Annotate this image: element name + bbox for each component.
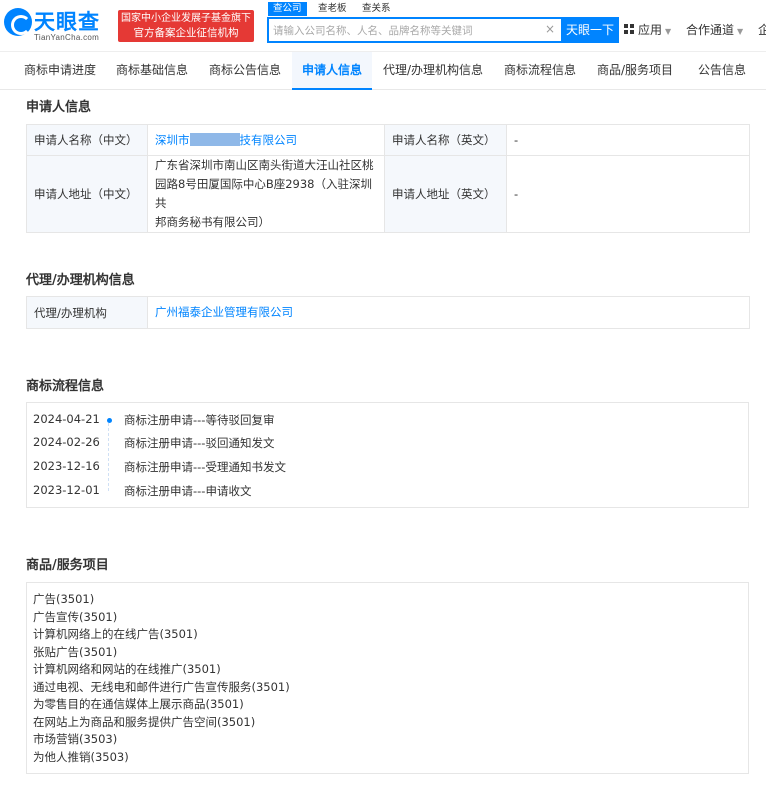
addr-line: 园路8号田厦国际中心B座2938（入驻深圳共 — [155, 177, 372, 210]
logo-domain: TianYanCha.com — [34, 33, 100, 42]
tab-flow-info[interactable]: 商标流程信息 — [494, 52, 586, 90]
logo-eye-icon — [4, 8, 32, 36]
goods-item: 计算机网络和网站的在线推广(3501) — [33, 662, 221, 676]
applicant-table: 申请人名称（中文） 深圳市 技有限公司 申请人名称（英文） - 申请人地址（中文）… — [26, 124, 750, 233]
tab-basic-info[interactable]: 商标基础信息 — [106, 52, 198, 90]
top-header: 天眼查 TianYanCha.com 国家中小企业发展子基金旗下 官方备案企业征… — [0, 0, 766, 52]
chevron-down-icon: ▼ — [737, 27, 744, 36]
addr-line: 广东省深圳市南山区南头街道大汪山社区桃 — [155, 158, 374, 172]
goods-item: 广告宣传(3501) — [33, 610, 118, 624]
enterprise-menu[interactable]: 企 — [758, 21, 766, 38]
redacted-mask — [189, 132, 240, 146]
partner-label: 合作通道 — [686, 23, 735, 37]
applicant-name-cn-label: 申请人名称（中文） — [26, 124, 148, 156]
applicant-addr-cn-value: 广东省深圳市南山区南头街道大汪山社区桃 园路8号田厦国际中心B座2938（入驻深… — [147, 155, 385, 233]
agency-link[interactable]: 广州福泰企业管理有限公司 — [155, 305, 293, 319]
search-tab-boss[interactable]: 查老板 — [318, 2, 347, 16]
apps-label: 应用 — [638, 23, 663, 37]
goods-section-title: 商品/服务项目 — [26, 558, 109, 573]
clear-icon[interactable]: × — [545, 22, 555, 36]
goods-item: 市场营销(3503) — [33, 732, 118, 746]
tab-notice-info[interactable]: 公告信息 — [684, 52, 760, 90]
tab-apply-progress[interactable]: 商标申请进度 — [14, 52, 106, 90]
search-tab-relation[interactable]: 查关系 — [362, 2, 391, 16]
timeline-text: 商标注册申请---受理通知书发文 — [124, 460, 286, 474]
partner-menu[interactable]: 合作通道 ▼ — [686, 21, 743, 38]
badge-line-1: 国家中小企业发展子基金旗下 — [121, 13, 251, 24]
timeline-line — [108, 423, 109, 491]
goods-item: 通过电视、无线电和邮件进行广告宣传服务(3501) — [33, 680, 290, 694]
tab-applicant-info[interactable]: 申请人信息 — [292, 52, 372, 90]
timeline-dot — [107, 418, 112, 423]
site-logo[interactable]: 天眼查 TianYanCha.com — [4, 6, 114, 44]
search-box: × 天眼一下 — [267, 17, 619, 43]
applicant-name-en-value: - — [506, 124, 750, 156]
flow-timeline: 2024-04-21 商标注册申请---等待驳回复审 2024-02-26 商标… — [26, 402, 749, 508]
search-button[interactable]: 天眼一下 — [561, 17, 619, 43]
agency-table: 代理/办理机构 广州福泰企业管理有限公司 — [26, 296, 750, 329]
timeline-text: 商标注册申请---申请收文 — [124, 484, 252, 498]
apps-menu[interactable]: 应用 ▼ — [624, 21, 671, 38]
applicant-name-en-label: 申请人名称（英文） — [384, 124, 507, 156]
timeline-text: 商标注册申请---等待驳回复审 — [124, 413, 275, 427]
timeline-date: 2024-02-26 — [33, 435, 100, 449]
grid-icon — [624, 24, 635, 35]
timeline-date: 2023-12-16 — [33, 459, 100, 473]
timeline-date: 2023-12-01 — [33, 483, 100, 497]
applicant-name-prefix[interactable]: 深圳市 — [155, 133, 190, 147]
tab-announce-info[interactable]: 商标公告信息 — [198, 52, 292, 90]
search-tab-company[interactable]: 查公司 — [268, 2, 307, 16]
applicant-addr-cn-label: 申请人地址（中文） — [26, 155, 148, 233]
tab-goods-services[interactable]: 商品/服务项目 — [588, 52, 682, 90]
goods-item: 计算机网络上的在线广告(3501) — [33, 627, 198, 641]
agency-section-title: 代理/办理机构信息 — [26, 273, 135, 288]
search-input[interactable] — [273, 22, 533, 40]
goods-item: 为他人推销(3503) — [33, 750, 129, 764]
goods-list: 广告(3501) 广告宣传(3501) 计算机网络上的在线广告(3501) 张贴… — [26, 582, 749, 774]
applicant-name-suffix[interactable]: 技有限公司 — [240, 133, 298, 147]
timeline-date: 2024-04-21 — [33, 412, 100, 426]
flow-section-title: 商标流程信息 — [26, 379, 105, 394]
applicant-addr-en-value: - — [506, 155, 750, 233]
logo-name: 天眼查 — [34, 10, 100, 34]
section-tab-bar: 商标申请进度 商标基础信息 商标公告信息 申请人信息 代理/办理机构信息 商标流… — [0, 52, 766, 90]
goods-item: 张贴广告(3501) — [33, 645, 118, 659]
goods-item: 在网站上为商品和服务提供广告空间(3501) — [33, 715, 256, 729]
applicant-section-title: 申请人信息 — [26, 100, 92, 115]
official-badge: 国家中小企业发展子基金旗下 官方备案企业征信机构 — [118, 10, 254, 42]
agency-label: 代理/办理机构 — [26, 296, 148, 329]
chevron-down-icon: ▼ — [665, 27, 672, 36]
applicant-name-cn-value[interactable]: 深圳市 技有限公司 — [147, 124, 385, 156]
goods-item: 广告(3501) — [33, 592, 95, 606]
timeline-text: 商标注册申请---驳回通知发文 — [124, 436, 275, 450]
addr-line: 邦商务秘书有限公司） — [155, 215, 270, 229]
goods-item: 为零售目的在通信媒体上展示商品(3501) — [33, 697, 244, 711]
applicant-addr-en-label: 申请人地址（英文） — [384, 155, 507, 233]
tab-agency-info[interactable]: 代理/办理机构信息 — [374, 52, 492, 90]
badge-line-2: 官方备案企业征信机构 — [133, 27, 239, 39]
